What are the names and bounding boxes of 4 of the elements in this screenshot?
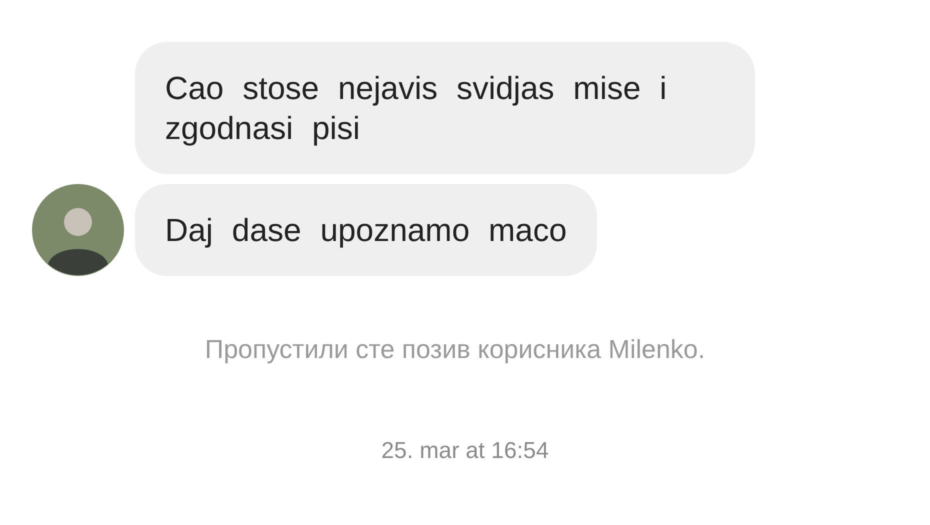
missed-call-notice: Пропустили сте позив корисника Milenko. xyxy=(204,334,706,365)
message-bubble: Daj dase upoznamo maco xyxy=(135,184,597,276)
timestamp: 25. mar at 16:54 xyxy=(380,437,550,464)
message-bubble: Cao stose nejavis svidjas mise i zgodnasi pisi xyxy=(135,42,755,174)
